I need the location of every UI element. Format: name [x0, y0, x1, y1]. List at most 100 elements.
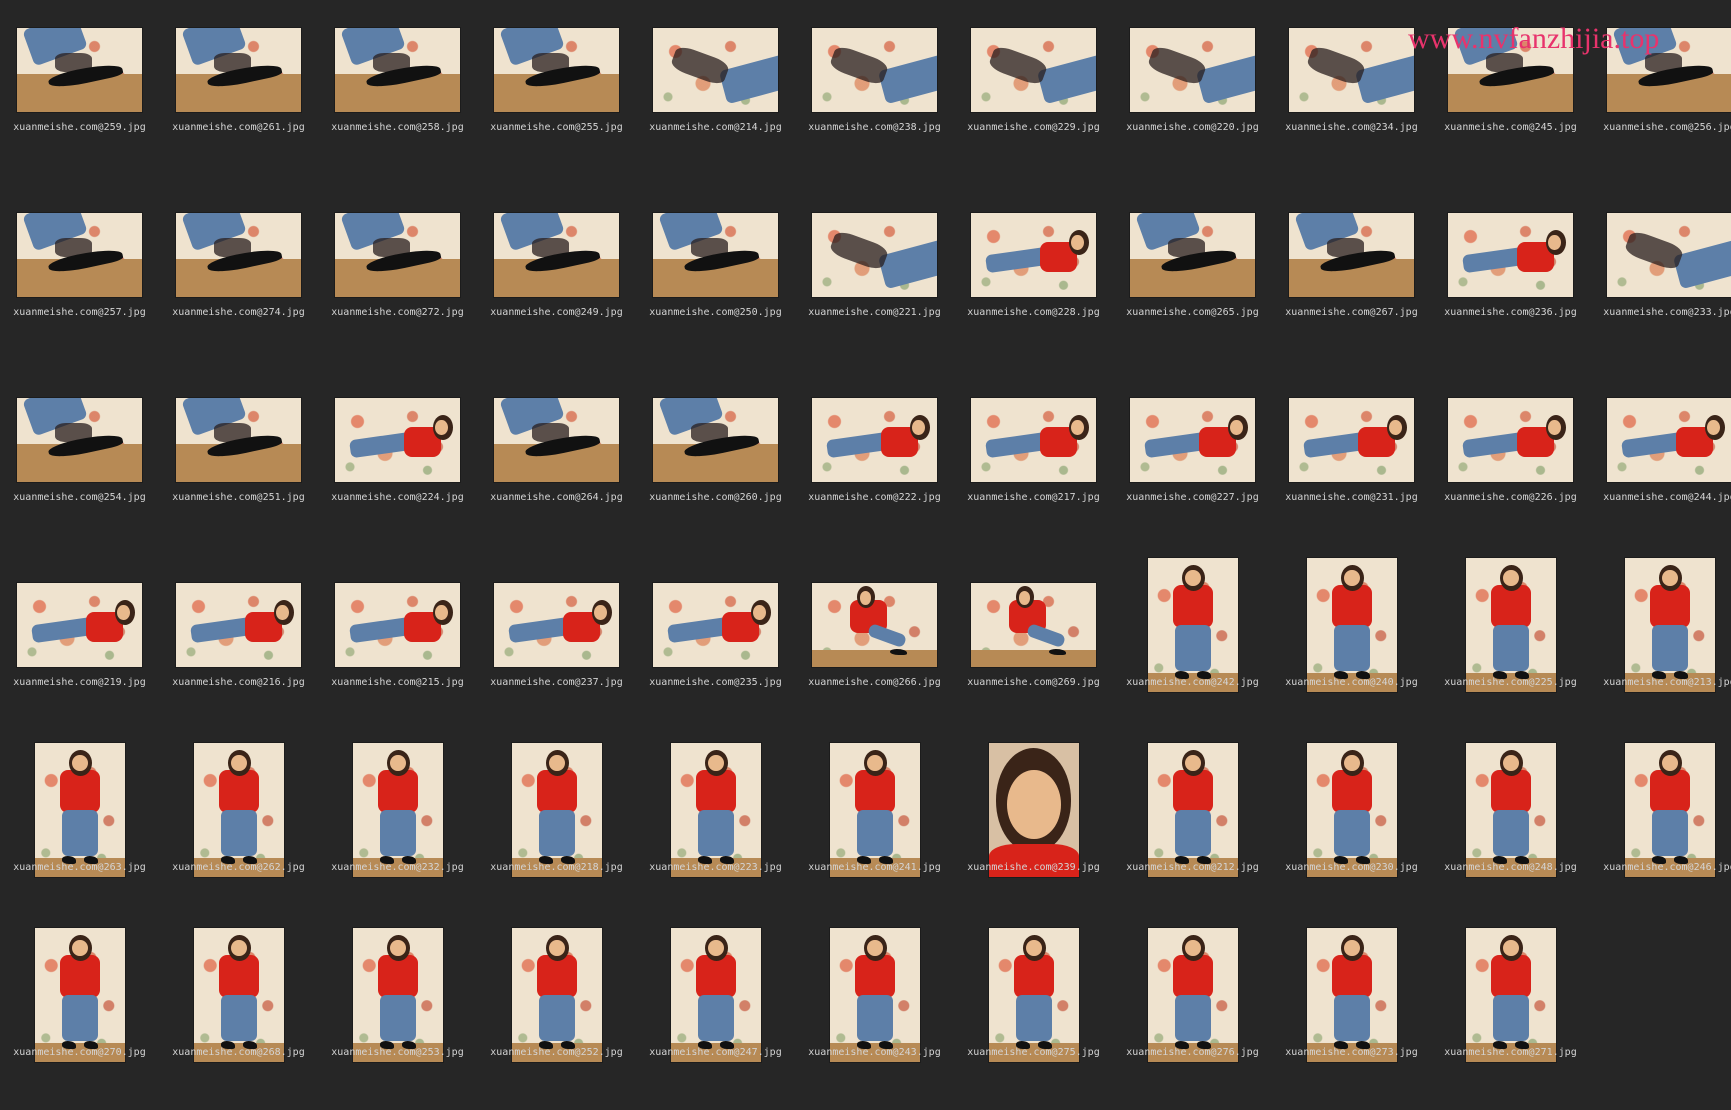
- thumbnail-item[interactable]: xuanmeishe.com@223.jpg: [636, 740, 795, 925]
- thumbnail-item[interactable]: xuanmeishe.com@255.jpg: [477, 0, 636, 185]
- thumbnail-item[interactable]: xuanmeishe.com@237.jpg: [477, 555, 636, 740]
- thumbnail-item[interactable]: xuanmeishe.com@265.jpg: [1113, 185, 1272, 370]
- thumbnail-item[interactable]: xuanmeishe.com@228.jpg: [954, 185, 1113, 370]
- thumbnail-image: [1448, 213, 1573, 297]
- thumbnail-item[interactable]: xuanmeishe.com@229.jpg: [954, 0, 1113, 185]
- thumbnail-item[interactable]: xuanmeishe.com@220.jpg: [1113, 0, 1272, 185]
- thumbnail-item[interactable]: xuanmeishe.com@271.jpg: [1431, 925, 1590, 1110]
- thumbnail-item[interactable]: xuanmeishe.com@270.jpg: [0, 925, 159, 1110]
- thumbnail-frame: [477, 370, 636, 510]
- thumbnail-frame: [477, 0, 636, 140]
- thumbnail-item[interactable]: xuanmeishe.com@221.jpg: [795, 185, 954, 370]
- thumbnail-frame: [1272, 740, 1431, 880]
- thumbnail-item[interactable]: xuanmeishe.com@235.jpg: [636, 555, 795, 740]
- thumbnail-frame: [1272, 185, 1431, 325]
- thumbnail-item[interactable]: xuanmeishe.com@272.jpg: [318, 185, 477, 370]
- thumbnail-item[interactable]: xuanmeishe.com@254.jpg: [0, 370, 159, 555]
- thumbnail-item[interactable]: xuanmeishe.com@253.jpg: [318, 925, 477, 1110]
- thumbnail-image: [1130, 213, 1255, 297]
- thumbnail-item[interactable]: xuanmeishe.com@236.jpg: [1431, 185, 1590, 370]
- thumbnail-item[interactable]: xuanmeishe.com@248.jpg: [1431, 740, 1590, 925]
- file-name-label: xuanmeishe.com@234.jpg: [1285, 122, 1418, 133]
- thumbnail-item[interactable]: xuanmeishe.com@275.jpg: [954, 925, 1113, 1110]
- thumbnail-item[interactable]: xuanmeishe.com@242.jpg: [1113, 555, 1272, 740]
- thumbnail-item[interactable]: xuanmeishe.com@218.jpg: [477, 740, 636, 925]
- thumbnail-item[interactable]: xuanmeishe.com@261.jpg: [159, 0, 318, 185]
- thumbnail-item[interactable]: xuanmeishe.com@238.jpg: [795, 0, 954, 185]
- thumbnail-item[interactable]: xuanmeishe.com@260.jpg: [636, 370, 795, 555]
- thumbnail-image: [352, 928, 443, 1062]
- thumbnail-image: [1607, 213, 1731, 297]
- thumbnail-image: [1147, 743, 1238, 877]
- thumbnail-item[interactable]: xuanmeishe.com@259.jpg: [0, 0, 159, 185]
- thumbnail-frame: [1431, 370, 1590, 510]
- file-name-label: xuanmeishe.com@276.jpg: [1126, 1047, 1259, 1058]
- file-name-label: xuanmeishe.com@272.jpg: [331, 307, 464, 318]
- thumbnail-item[interactable]: xuanmeishe.com@267.jpg: [1272, 185, 1431, 370]
- thumbnail-image: [1465, 928, 1556, 1062]
- thumbnail-frame: [954, 0, 1113, 140]
- thumbnail-item[interactable]: xuanmeishe.com@244.jpg: [1590, 370, 1731, 555]
- thumbnail-frame: [636, 740, 795, 880]
- thumbnail-item[interactable]: xuanmeishe.com@250.jpg: [636, 185, 795, 370]
- file-name-label: xuanmeishe.com@254.jpg: [13, 492, 146, 503]
- thumbnail-item[interactable]: xuanmeishe.com@219.jpg: [0, 555, 159, 740]
- thumbnail-image: [653, 583, 778, 667]
- thumbnail-item[interactable]: xuanmeishe.com@215.jpg: [318, 555, 477, 740]
- thumbnail-item[interactable]: xuanmeishe.com@269.jpg: [954, 555, 1113, 740]
- file-name-label: xuanmeishe.com@268.jpg: [172, 1047, 305, 1058]
- file-name-label: xuanmeishe.com@222.jpg: [808, 492, 941, 503]
- thumbnail-image: [1289, 28, 1414, 112]
- thumbnail-item[interactable]: xuanmeishe.com@273.jpg: [1272, 925, 1431, 1110]
- thumbnail-item[interactable]: xuanmeishe.com@264.jpg: [477, 370, 636, 555]
- thumbnail-item[interactable]: xuanmeishe.com@231.jpg: [1272, 370, 1431, 555]
- thumbnail-item[interactable]: xuanmeishe.com@247.jpg: [636, 925, 795, 1110]
- thumbnail-frame: [1431, 925, 1590, 1065]
- thumbnail-item[interactable]: xuanmeishe.com@252.jpg: [477, 925, 636, 1110]
- thumbnail-item[interactable]: xuanmeishe.com@214.jpg: [636, 0, 795, 185]
- thumbnail-item[interactable]: xuanmeishe.com@276.jpg: [1113, 925, 1272, 1110]
- thumbnail-item[interactable]: xuanmeishe.com@233.jpg: [1590, 185, 1731, 370]
- thumbnail-item[interactable]: xuanmeishe.com@230.jpg: [1272, 740, 1431, 925]
- thumbnail-item[interactable]: xuanmeishe.com@227.jpg: [1113, 370, 1272, 555]
- thumbnail-frame: [1113, 740, 1272, 880]
- thumbnail-frame: [1590, 555, 1731, 695]
- thumbnail-item[interactable]: xuanmeishe.com@226.jpg: [1431, 370, 1590, 555]
- thumbnail-frame: [795, 370, 954, 510]
- thumbnail-item[interactable]: xuanmeishe.com@249.jpg: [477, 185, 636, 370]
- file-name-label: xuanmeishe.com@262.jpg: [172, 862, 305, 873]
- thumbnail-frame: [1590, 185, 1731, 325]
- thumbnail-item[interactable]: xuanmeishe.com@213.jpg: [1590, 555, 1731, 740]
- thumbnail-item[interactable]: xuanmeishe.com@212.jpg: [1113, 740, 1272, 925]
- thumbnail-frame: [318, 555, 477, 695]
- thumbnail-item[interactable]: xuanmeishe.com@263.jpg: [0, 740, 159, 925]
- thumbnail-item[interactable]: xuanmeishe.com@266.jpg: [795, 555, 954, 740]
- file-name-label: xuanmeishe.com@275.jpg: [967, 1047, 1100, 1058]
- thumbnail-item[interactable]: xuanmeishe.com@268.jpg: [159, 925, 318, 1110]
- file-name-label: xuanmeishe.com@242.jpg: [1126, 677, 1259, 688]
- thumbnail-item[interactable]: xuanmeishe.com@262.jpg: [159, 740, 318, 925]
- thumbnail-item[interactable]: xuanmeishe.com@246.jpg: [1590, 740, 1731, 925]
- thumbnail-item[interactable]: xuanmeishe.com@217.jpg: [954, 370, 1113, 555]
- file-name-label: xuanmeishe.com@246.jpg: [1603, 862, 1731, 873]
- thumbnail-item[interactable]: xuanmeishe.com@239.jpg: [954, 740, 1113, 925]
- thumbnail-item[interactable]: xuanmeishe.com@243.jpg: [795, 925, 954, 1110]
- thumbnail-frame: [954, 370, 1113, 510]
- thumbnail-item[interactable]: xuanmeishe.com@274.jpg: [159, 185, 318, 370]
- thumbnail-item[interactable]: xuanmeishe.com@224.jpg: [318, 370, 477, 555]
- thumbnail-item[interactable]: xuanmeishe.com@257.jpg: [0, 185, 159, 370]
- thumbnail-frame: [795, 925, 954, 1065]
- thumbnail-item[interactable]: xuanmeishe.com@232.jpg: [318, 740, 477, 925]
- thumbnail-item[interactable]: xuanmeishe.com@222.jpg: [795, 370, 954, 555]
- thumbnail-frame: [954, 740, 1113, 880]
- thumbnail-image: [1607, 398, 1731, 482]
- thumbnail-item[interactable]: xuanmeishe.com@251.jpg: [159, 370, 318, 555]
- thumbnail-item[interactable]: xuanmeishe.com@258.jpg: [318, 0, 477, 185]
- thumbnail-grid: xuanmeishe.com@259.jpg xuanmeishe.com@261…: [0, 0, 1731, 1063]
- thumbnail-item[interactable]: xuanmeishe.com@216.jpg: [159, 555, 318, 740]
- file-name-label: xuanmeishe.com@271.jpg: [1444, 1047, 1577, 1058]
- thumbnail-item[interactable]: xuanmeishe.com@225.jpg: [1431, 555, 1590, 740]
- thumbnail-item[interactable]: xuanmeishe.com@240.jpg: [1272, 555, 1431, 740]
- thumbnail-item[interactable]: xuanmeishe.com@241.jpg: [795, 740, 954, 925]
- thumbnail-image: [812, 583, 937, 667]
